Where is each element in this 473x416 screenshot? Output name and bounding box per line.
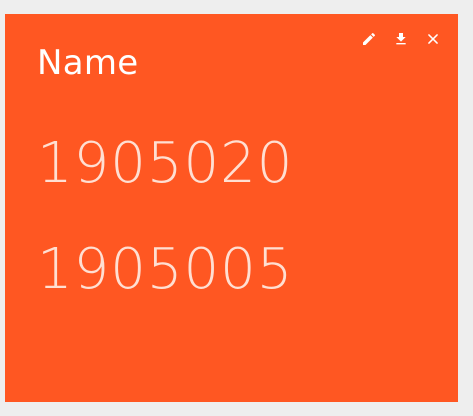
close-icon [426,32,440,46]
download-icon [393,31,409,47]
close-button[interactable] [424,30,442,48]
card-title: Name [37,43,139,83]
value-item: 1905020 [37,131,294,196]
card-toolbar [360,30,442,48]
value-list: 1905020 1905005 [37,136,293,348]
data-card: Name 1905020 1905005 [5,14,458,402]
pencil-icon [361,31,377,47]
download-button[interactable] [392,30,410,48]
value-item: 1905005 [37,237,294,302]
edit-button[interactable] [360,30,378,48]
